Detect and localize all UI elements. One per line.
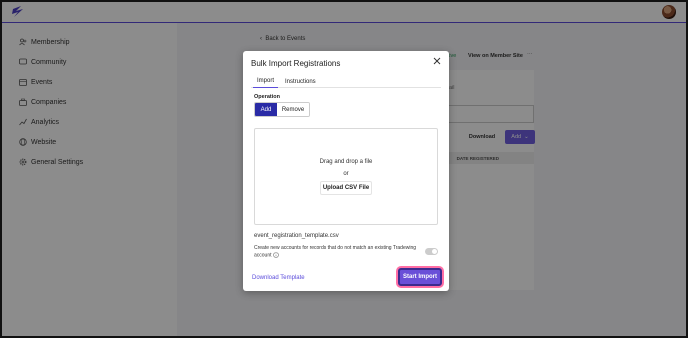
modal-tabs: Import Instructions (251, 75, 441, 88)
operation-add-button[interactable]: Add (255, 103, 277, 116)
close-icon[interactable] (433, 57, 441, 65)
tab-import[interactable]: Import (253, 75, 279, 88)
file-dropzone[interactable]: Drag and drop a file or (254, 128, 438, 225)
app-window: Membership Community Events Companies An… (0, 0, 688, 338)
start-import-button[interactable]: Start Import (398, 268, 442, 286)
tab-instructions[interactable]: Instructions (281, 75, 320, 88)
bulk-import-modal: Bulk Import Registrations Import Instruc… (243, 51, 449, 291)
dropzone-or: or (343, 171, 349, 177)
create-accounts-label: Create new accounts for records that do … (254, 245, 417, 259)
modal-title: Bulk Import Registrations (251, 59, 341, 68)
operation-remove-button[interactable]: Remove (277, 103, 309, 116)
create-accounts-toggle[interactable] (425, 248, 438, 255)
template-filename: event_registration_template.csv (254, 233, 339, 239)
download-template-link[interactable]: Download Template (252, 275, 305, 281)
dropzone-prompt: Drag and drop a file (319, 159, 373, 165)
info-icon[interactable] (273, 252, 279, 258)
upload-csv-button[interactable]: Upload CSV File (320, 181, 372, 195)
operation-segmented-control: Add Remove (254, 102, 310, 117)
operation-label: Operation (254, 94, 280, 100)
